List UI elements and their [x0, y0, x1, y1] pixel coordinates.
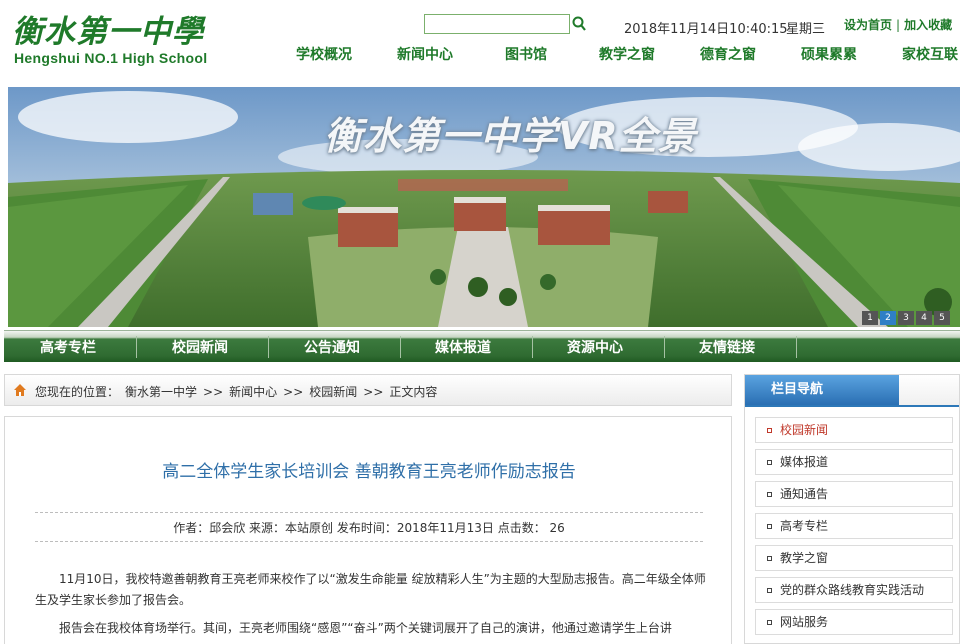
secondary-nav-resources[interactable]: 资源中心: [567, 337, 623, 357]
page-root: 衡水第一中學 Hengshui NO.1 High School 2018年11…: [0, 0, 964, 644]
square-bullet-icon: [767, 492, 772, 497]
nav-item-news[interactable]: 新闻中心: [397, 44, 453, 64]
sidebar-item-campus-news[interactable]: 校园新闻: [755, 417, 953, 443]
secondary-nav-campus-news[interactable]: 校园新闻: [172, 337, 228, 357]
main-nav: 学校概况 新闻中心 图书馆 教学之窗 德育之窗 硕果累累 家校互联: [288, 44, 964, 66]
breadcrumb-separator: >>: [363, 385, 384, 399]
breadcrumb-current: 正文内容: [389, 385, 438, 399]
sidebar-item-label: 网站服务: [780, 615, 829, 629]
secondary-nav-divider: [532, 336, 533, 358]
article-paragraph: 11月10日，我校特邀善朝教育王亮老师来校作了以“激发生命能量 绽放精彩人生”为…: [35, 572, 706, 607]
article-paragraph: 报告会在我校体育场举行。其间，王亮老师围绕“感恩”“奋斗”两个关键词展开了自己的…: [59, 621, 672, 635]
banner-page-4[interactable]: 4: [916, 311, 932, 325]
secondary-nav-divider: [664, 336, 665, 358]
secondary-nav-divider: [268, 336, 269, 358]
divider: [35, 512, 703, 513]
sidebar-item-label: 通知通告: [780, 487, 829, 501]
sidebar: 栏目导航 校园新闻 媒体报道 通知通告 高考专栏 教学之窗 党的群众路线教育实践…: [744, 374, 960, 644]
breadcrumb-path: 您现在的位置： 衡水第一中学 >> 新闻中心 >> 校园新闻 >> 正文内容: [35, 383, 443, 400]
breadcrumb-link-campus-news[interactable]: 校园新闻: [309, 385, 357, 399]
breadcrumb-prefix: 您现在的位置：: [35, 385, 120, 399]
sidebar-title: 栏目导航: [745, 375, 899, 405]
secondary-nav-gaokao[interactable]: 高考专栏: [40, 337, 96, 357]
divider: [35, 541, 703, 542]
sidebar-item-label: 媒体报道: [780, 455, 829, 469]
vr-banner[interactable]: 衡水第一中学VR全景 1 2 3 4 5: [8, 87, 960, 327]
add-favorite-link[interactable]: 加入收藏: [904, 18, 952, 32]
current-datetime: 2018年11月14日10:40:15: [624, 22, 788, 37]
sidebar-item-label: 教学之窗: [780, 551, 829, 565]
search-input[interactable]: [424, 14, 570, 34]
secondary-nav-media[interactable]: 媒体报道: [435, 337, 491, 357]
banner-title: 衡水第一中学VR全景: [324, 114, 697, 158]
secondary-nav-divider: [400, 336, 401, 358]
sidebar-item-label: 党的群众路线教育实践活动: [780, 583, 925, 597]
banner-page-3[interactable]: 3: [898, 311, 914, 325]
square-bullet-icon: [767, 556, 772, 561]
banner-page-2[interactable]: 2: [880, 311, 896, 325]
article-meta: 作者：邱会欣 来源：本站原创 发布时间：2018年11月13日 点击数： 26: [173, 521, 565, 535]
square-bullet-icon: [767, 460, 772, 465]
breadcrumb-link-news[interactable]: 新闻中心: [229, 385, 277, 399]
sidebar-item-notices[interactable]: 通知通告: [755, 481, 953, 507]
square-bullet-icon: [767, 524, 772, 529]
nav-item-about[interactable]: 学校概况: [296, 44, 352, 64]
nav-item-teaching[interactable]: 教学之窗: [599, 44, 655, 64]
home-icon: [14, 384, 26, 396]
sidebar-item-label: 高考专栏: [780, 519, 829, 533]
article-panel: 高二全体学生家长培训会 善朝教育王亮老师作励志报告 作者：邱会欣 来源：本站原创…: [4, 416, 732, 644]
secondary-nav-notices[interactable]: 公告通知: [304, 337, 360, 357]
current-weekday: 星期三: [786, 22, 826, 37]
square-bullet-icon: [767, 428, 772, 433]
school-logo-chinese[interactable]: 衡水第一中學: [12, 6, 204, 51]
banner-page-1[interactable]: 1: [862, 311, 878, 325]
article-title: 高二全体学生家长培训会 善朝教育王亮老师作励志报告: [162, 462, 576, 482]
square-bullet-icon: [767, 588, 772, 593]
header-links: 设为首页 | 加入收藏: [844, 16, 952, 33]
link-separator: |: [896, 18, 901, 32]
sidebar-item-teaching[interactable]: 教学之窗: [755, 545, 953, 571]
search-icon[interactable]: [570, 14, 588, 34]
sidebar-item-party-education[interactable]: 党的群众路线教育实践活动: [755, 577, 953, 603]
secondary-nav-divider: [796, 336, 797, 358]
secondary-nav-divider: [136, 336, 137, 358]
sidebar-item-web-service[interactable]: 网站服务: [755, 609, 953, 635]
banner-page-5[interactable]: 5: [934, 311, 950, 325]
secondary-nav-links[interactable]: 友情链接: [699, 337, 755, 357]
breadcrumb-separator: >>: [203, 385, 224, 399]
nav-item-moral[interactable]: 德育之窗: [700, 44, 756, 64]
school-logo-english[interactable]: Hengshui NO.1 High School: [14, 50, 207, 66]
nav-item-library[interactable]: 图书馆: [505, 44, 547, 64]
breadcrumb: 您现在的位置： 衡水第一中学 >> 新闻中心 >> 校园新闻 >> 正文内容: [4, 374, 732, 406]
sidebar-item-label: 校园新闻: [780, 423, 829, 437]
secondary-nav: 高考专栏 校园新闻 公告通知 媒体报道 资源中心 友情链接: [4, 330, 960, 362]
breadcrumb-link-home[interactable]: 衡水第一中学: [125, 385, 197, 399]
nav-item-home-school[interactable]: 家校互联: [902, 44, 958, 64]
nav-item-achievements[interactable]: 硕果累累: [801, 44, 857, 64]
sidebar-header: 栏目导航: [745, 375, 959, 407]
breadcrumb-separator: >>: [283, 385, 304, 399]
square-bullet-icon: [767, 620, 772, 625]
set-homepage-link[interactable]: 设为首页: [844, 18, 892, 32]
sidebar-item-media[interactable]: 媒体报道: [755, 449, 953, 475]
site-header: 衡水第一中學 Hengshui NO.1 High School 2018年11…: [0, 0, 964, 86]
sidebar-item-gaokao[interactable]: 高考专栏: [755, 513, 953, 539]
